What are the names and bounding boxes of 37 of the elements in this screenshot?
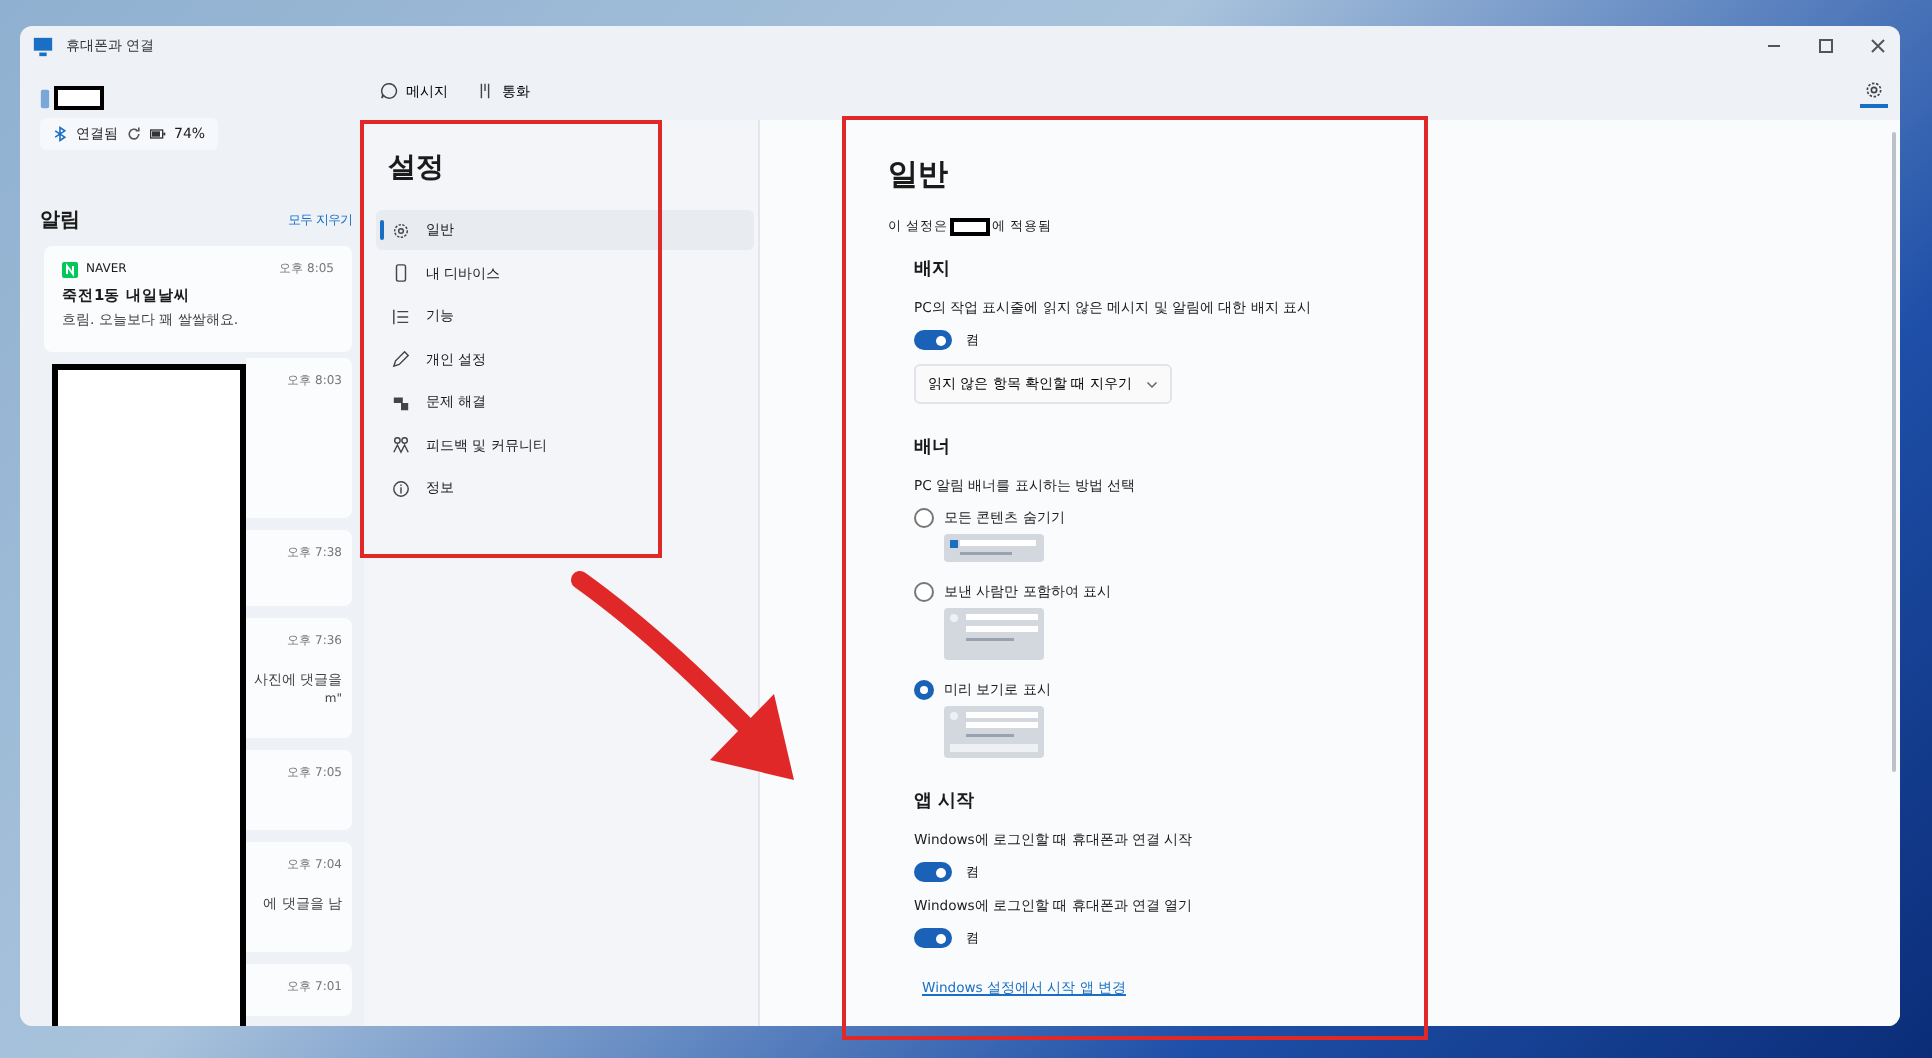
app-logo-icon	[62, 261, 78, 277]
battery-icon	[150, 126, 166, 142]
close-icon[interactable]	[1868, 36, 1888, 56]
app-icon	[32, 35, 54, 57]
people-icon	[392, 436, 410, 454]
scrollbar-thumb[interactable]	[1892, 132, 1896, 772]
chevron-down-icon	[1145, 378, 1158, 390]
radio-button[interactable]	[914, 680, 934, 700]
banner-preview-drawing	[944, 608, 1044, 660]
banner-preview-drawing	[944, 706, 1044, 758]
settings-icon	[1864, 80, 1884, 100]
page-title: 일반	[888, 156, 950, 194]
maximize-icon[interactable]	[1816, 36, 1836, 56]
info-icon	[392, 479, 410, 497]
pen-icon	[392, 350, 410, 368]
redaction-box	[950, 218, 991, 236]
refresh-icon[interactable]	[126, 126, 142, 142]
section-heading: 배너	[914, 436, 952, 460]
list-icon	[392, 307, 410, 325]
toggle-switch[interactable]	[914, 330, 952, 350]
section-heading: 배지	[914, 258, 952, 282]
settings-heading: 설정	[388, 150, 446, 186]
toggle-switch[interactable]	[914, 928, 952, 948]
keypad-icon	[476, 82, 494, 100]
toggle-switch[interactable]	[914, 862, 952, 882]
chat-icon	[380, 82, 398, 100]
phone-icon	[40, 87, 50, 109]
phone-icon	[392, 264, 410, 282]
redaction-box	[54, 86, 104, 110]
notifications-heading: 알림	[40, 208, 80, 234]
bluetooth-icon	[52, 126, 68, 142]
gear-icon	[392, 221, 410, 239]
section-heading: 앱 시작	[914, 790, 977, 814]
settings-button[interactable]	[1860, 78, 1888, 108]
radio-button[interactable]	[914, 582, 934, 602]
banner-preview-drawing	[944, 534, 1044, 562]
radio-button[interactable]	[914, 508, 934, 528]
